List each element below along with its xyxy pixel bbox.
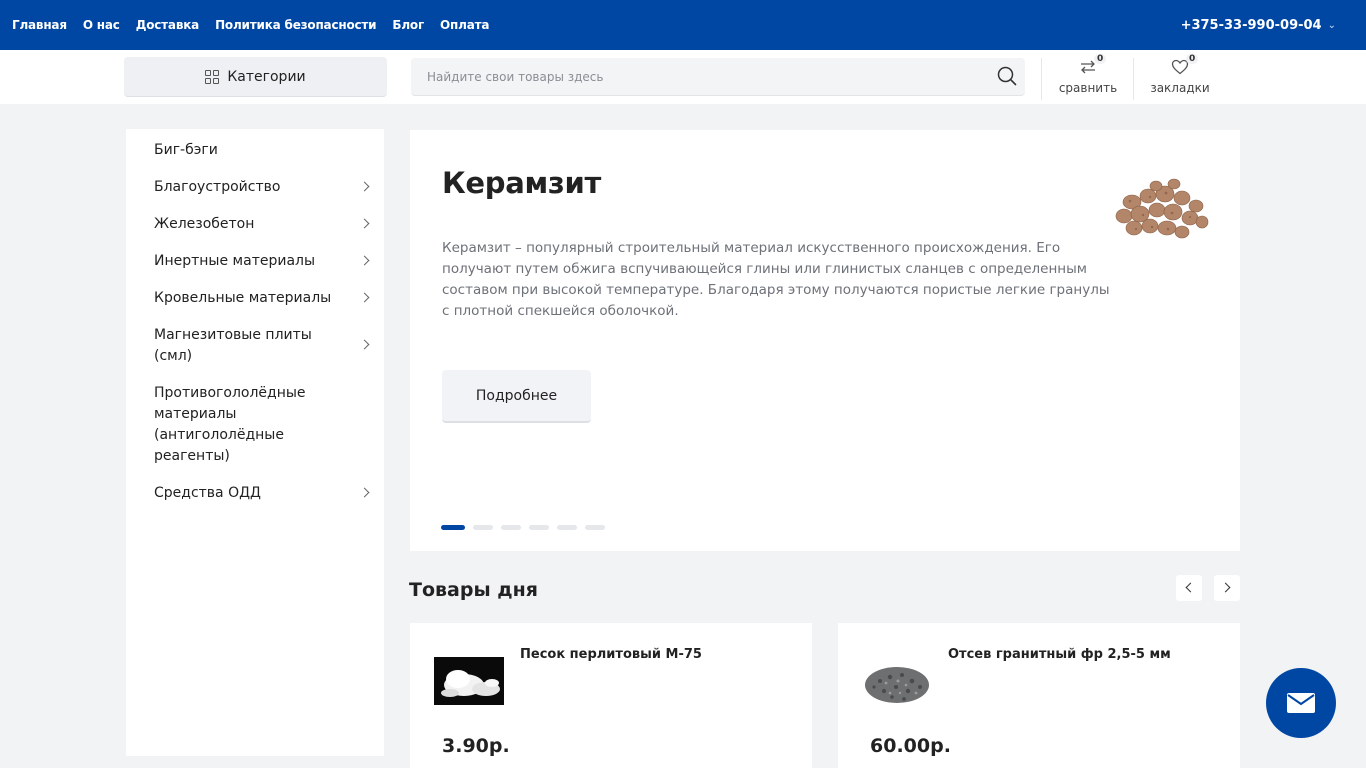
nav-link-about[interactable]: О нас <box>83 18 120 32</box>
phone-number: +375-33-990-09-04 <box>1180 17 1322 33</box>
sidebar-item-label: Магнезитовые плиты (смл) <box>154 327 312 364</box>
contact-mail-button[interactable] <box>1266 668 1336 738</box>
sidebar-item-label: Благоустройство <box>154 179 281 195</box>
search-input[interactable] <box>411 58 981 96</box>
product-card[interactable]: Песок перлитовый М-75 3.90р. <box>410 623 812 768</box>
header-divider <box>1133 58 1134 100</box>
categories-label: Категории <box>227 68 306 85</box>
sidebar-item-magnesite-boards[interactable]: Магнезитовые плиты (смл) <box>126 325 384 367</box>
slide-dot-3[interactable] <box>501 525 521 530</box>
chevron-right-icon <box>359 339 370 350</box>
sidebar-item-landscaping[interactable]: Благоустройство <box>126 177 384 198</box>
nav-link-delivery[interactable]: Доставка <box>136 18 200 32</box>
chevron-right-icon <box>359 181 370 191</box>
product-price: 3.90р. <box>442 735 510 757</box>
compare-label: сравнить <box>1058 81 1118 95</box>
more-details-button[interactable]: Подробнее <box>442 370 591 423</box>
product-name[interactable]: Песок перлитовый М-75 <box>520 647 702 662</box>
sidebar-item-label: Средства ОДД <box>154 485 261 501</box>
slide-title: Керамзит <box>442 166 601 200</box>
nav-link-home[interactable]: Главная <box>12 18 67 32</box>
deals-prev-button[interactable] <box>1176 575 1202 601</box>
sidebar-item-inert-materials[interactable]: Инертные материалы <box>126 251 384 272</box>
chevron-right-icon <box>359 292 370 302</box>
sidebar-item-reinforced-concrete[interactable]: Железобетон <box>126 214 384 235</box>
header-divider <box>1041 58 1042 100</box>
sidebar-item-label: Противогололёдные материалы (антигололёд… <box>154 385 306 464</box>
expanded-clay-image <box>1115 178 1209 239</box>
chevron-left-icon <box>1185 582 1196 593</box>
phone-dropdown[interactable]: +375-33-990-09-04 ⌄ <box>1181 0 1336 50</box>
sidebar-item-big-bags[interactable]: Биг-бэги <box>126 140 384 161</box>
slide-dot-2[interactable] <box>473 525 493 530</box>
sidebar-item-traffic-control[interactable]: Средства ОДД <box>126 483 384 504</box>
sidebar-item-label: Инертные материалы <box>154 253 316 269</box>
slide-dot-6[interactable] <box>585 525 605 530</box>
chevron-down-icon: ⌄ <box>1327 19 1336 31</box>
sidebar-item-anti-ice[interactable]: Противогололёдные материалы (антигололёд… <box>126 383 384 467</box>
product-name[interactable]: Отсев гранитный фр 2,5-5 мм <box>948 647 1171 662</box>
bookmarks-button[interactable]: 0 закладки <box>1140 54 1220 100</box>
top-bar: Главная О нас Доставка Политика безопасн… <box>0 0 1366 50</box>
slide-dot-4[interactable] <box>529 525 549 530</box>
bookmarks-count: 0 <box>1186 54 1199 64</box>
bookmarks-label: закладки <box>1150 81 1210 95</box>
header-row: Категории 0 сравнить 0 закладки <box>0 50 1366 104</box>
slide-dot-1[interactable] <box>441 525 465 530</box>
nav-link-blog[interactable]: Блог <box>392 18 424 32</box>
sidebar-item-label: Биг-бэги <box>154 142 218 158</box>
search-box <box>411 58 1025 96</box>
deals-next-button[interactable] <box>1214 575 1240 601</box>
mail-icon <box>1287 693 1315 713</box>
sidebar-item-label: Железобетон <box>154 216 255 232</box>
nav-link-privacy[interactable]: Политика безопасности <box>215 18 377 32</box>
slide-description: Керамзит – популярный строительный матер… <box>442 240 1110 319</box>
compare-count: 0 <box>1094 54 1107 64</box>
chevron-right-icon <box>1220 582 1231 593</box>
compare-button[interactable]: 0 сравнить <box>1048 54 1128 100</box>
slider-pagination <box>441 525 613 530</box>
product-price: 60.00р. <box>870 735 951 757</box>
search-icon[interactable] <box>997 66 1017 86</box>
slide-dot-5[interactable] <box>557 525 577 530</box>
granite-screening-image <box>862 657 932 705</box>
nav-link-payment[interactable]: Оплата <box>440 18 489 32</box>
top-nav: Главная О нас Доставка Политика безопасн… <box>12 0 505 50</box>
perlite-sand-image <box>434 657 504 705</box>
chevron-right-icon <box>359 487 370 497</box>
chevron-right-icon <box>359 255 370 265</box>
chevron-right-icon <box>359 218 370 228</box>
deals-title: Товары дня <box>409 579 538 601</box>
grid-icon <box>205 69 220 84</box>
categories-button[interactable]: Категории <box>124 57 387 97</box>
hero-slider: Керамзит Керамзит – популярный строитель… <box>410 130 1240 551</box>
sidebar-item-label: Кровельные материалы <box>154 290 332 306</box>
sidebar-item-roofing[interactable]: Кровельные материалы <box>126 288 384 309</box>
product-card[interactable]: Отсев гранитный фр 2,5-5 мм 60.00р. <box>838 623 1240 768</box>
category-sidebar: Биг-бэги Благоустройство Железобетон Ине… <box>126 129 384 756</box>
